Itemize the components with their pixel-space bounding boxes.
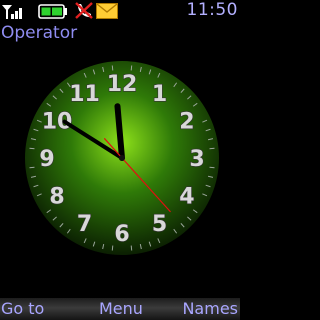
clock-minute-tick	[29, 166, 35, 169]
operator-name: Operator	[1, 23, 78, 43]
clock-numeral: 3	[189, 147, 204, 172]
softkey-go-to[interactable]: Go to	[1, 300, 44, 318]
clock-minute-tick	[111, 65, 114, 71]
softkey-bar: Go to Menu Names	[0, 298, 240, 320]
message-icon	[96, 3, 118, 19]
clock-numeral: 8	[49, 185, 64, 210]
clock-numeral: 4	[179, 185, 194, 210]
clock-minute-tick	[209, 147, 215, 150]
clock-numeral: 12	[107, 72, 138, 97]
clock-numeral: 7	[77, 212, 92, 237]
clock-numeral: 1	[152, 82, 167, 107]
clock-minute-tick	[111, 245, 114, 251]
call-missed-icon	[75, 2, 93, 19]
status-time: 11:50	[186, 0, 238, 20]
softkey-menu[interactable]: Menu	[99, 300, 143, 318]
clock-numeral: 9	[39, 147, 54, 172]
clock-numeral: 2	[179, 110, 194, 135]
analog-clock: 12 1234567891011	[25, 61, 219, 255]
softkey-names[interactable]: Names	[182, 300, 238, 318]
clock-numeral: 5	[152, 212, 167, 237]
clock-minute-tick	[130, 245, 133, 251]
clock-minute-tick	[130, 65, 133, 71]
clock-numeral: 11	[69, 82, 100, 107]
clock-numeral: 6	[114, 222, 129, 247]
battery-icon	[38, 4, 67, 19]
clock-minute-tick	[29, 147, 35, 150]
status-bar: 11:50	[0, 0, 240, 22]
clock-center-hub	[119, 155, 125, 161]
signal-icon	[2, 5, 22, 19]
clock-minute-tick	[209, 166, 215, 169]
